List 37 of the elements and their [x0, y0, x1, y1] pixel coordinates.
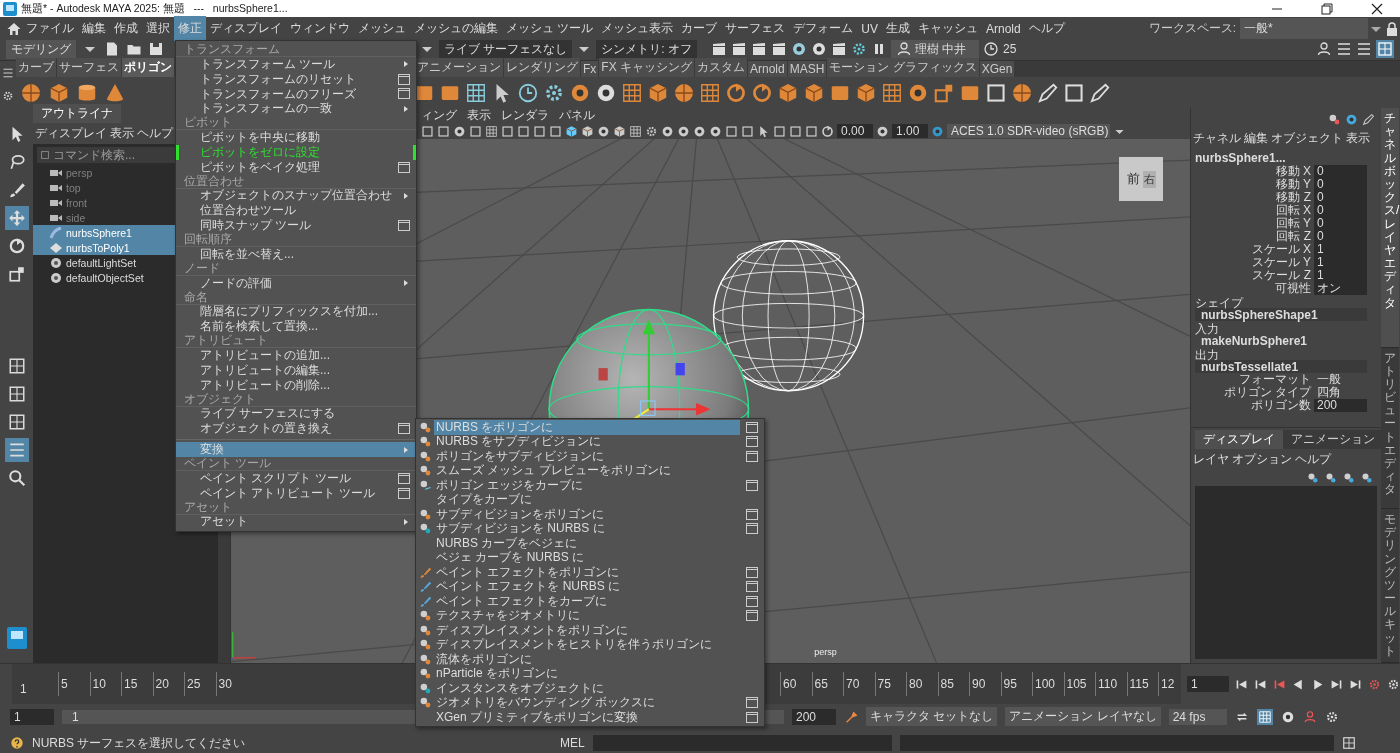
frame-tick-label: 60	[780, 672, 812, 696]
frame-tick-label: 25	[184, 672, 216, 696]
attribute-value: 一般	[1316, 373, 1342, 386]
workspace-label: ワークスペース:	[1148, 20, 1236, 37]
menu-section-header: 命名	[176, 290, 416, 305]
frame-tick-label: 75	[874, 672, 906, 696]
menu-section-header: アトリビュート	[176, 334, 416, 349]
section-header: シェイプ	[1195, 295, 1245, 308]
frame-tick-label: 115	[1126, 672, 1158, 696]
frame-tick-label: 100	[1032, 672, 1064, 696]
menu-section-header: ピボット	[176, 116, 416, 131]
window-title: 無題* - Autodesk MAYA 2025: 無題 --- nurbsSphere1...	[21, 1, 288, 16]
menu-section-header: オブジェクト	[176, 392, 416, 407]
frame-tick-label: 20	[152, 672, 184, 696]
camera-label: persp	[814, 647, 837, 657]
frame-tick-label: 110	[1095, 672, 1127, 696]
frame-tick-label: 105	[1063, 672, 1095, 696]
menu-section-header: トランスフォーム	[176, 43, 416, 57]
frame-tick-label: 5	[58, 672, 90, 696]
help-line: NURBS サーフェスを選択してください	[32, 734, 247, 752]
menu-section-header: 位置合わせ	[176, 174, 416, 189]
current-frame-label: 1	[19, 682, 28, 696]
frame-tick-label: 95	[1000, 672, 1032, 696]
frame-tick-label: 15	[121, 672, 153, 696]
frame-tick-label: 80	[906, 672, 938, 696]
menu-section-header: ノード	[176, 261, 416, 276]
frame-tick-label: 30	[215, 672, 247, 696]
section-header: 出力	[1195, 348, 1220, 360]
frame-tick-label: 10	[89, 672, 121, 696]
attribute-value: 四角	[1316, 386, 1342, 399]
frame-tick-label: 65	[811, 672, 843, 696]
section-header: 入力	[1195, 322, 1220, 334]
credits-count: 25	[1003, 42, 1017, 56]
frame-tick-label: 85	[937, 672, 969, 696]
frame-tick-label: 70	[843, 672, 875, 696]
frame-tick-label: 90	[969, 672, 1001, 696]
menu-section-header: 回転順序	[176, 232, 416, 247]
